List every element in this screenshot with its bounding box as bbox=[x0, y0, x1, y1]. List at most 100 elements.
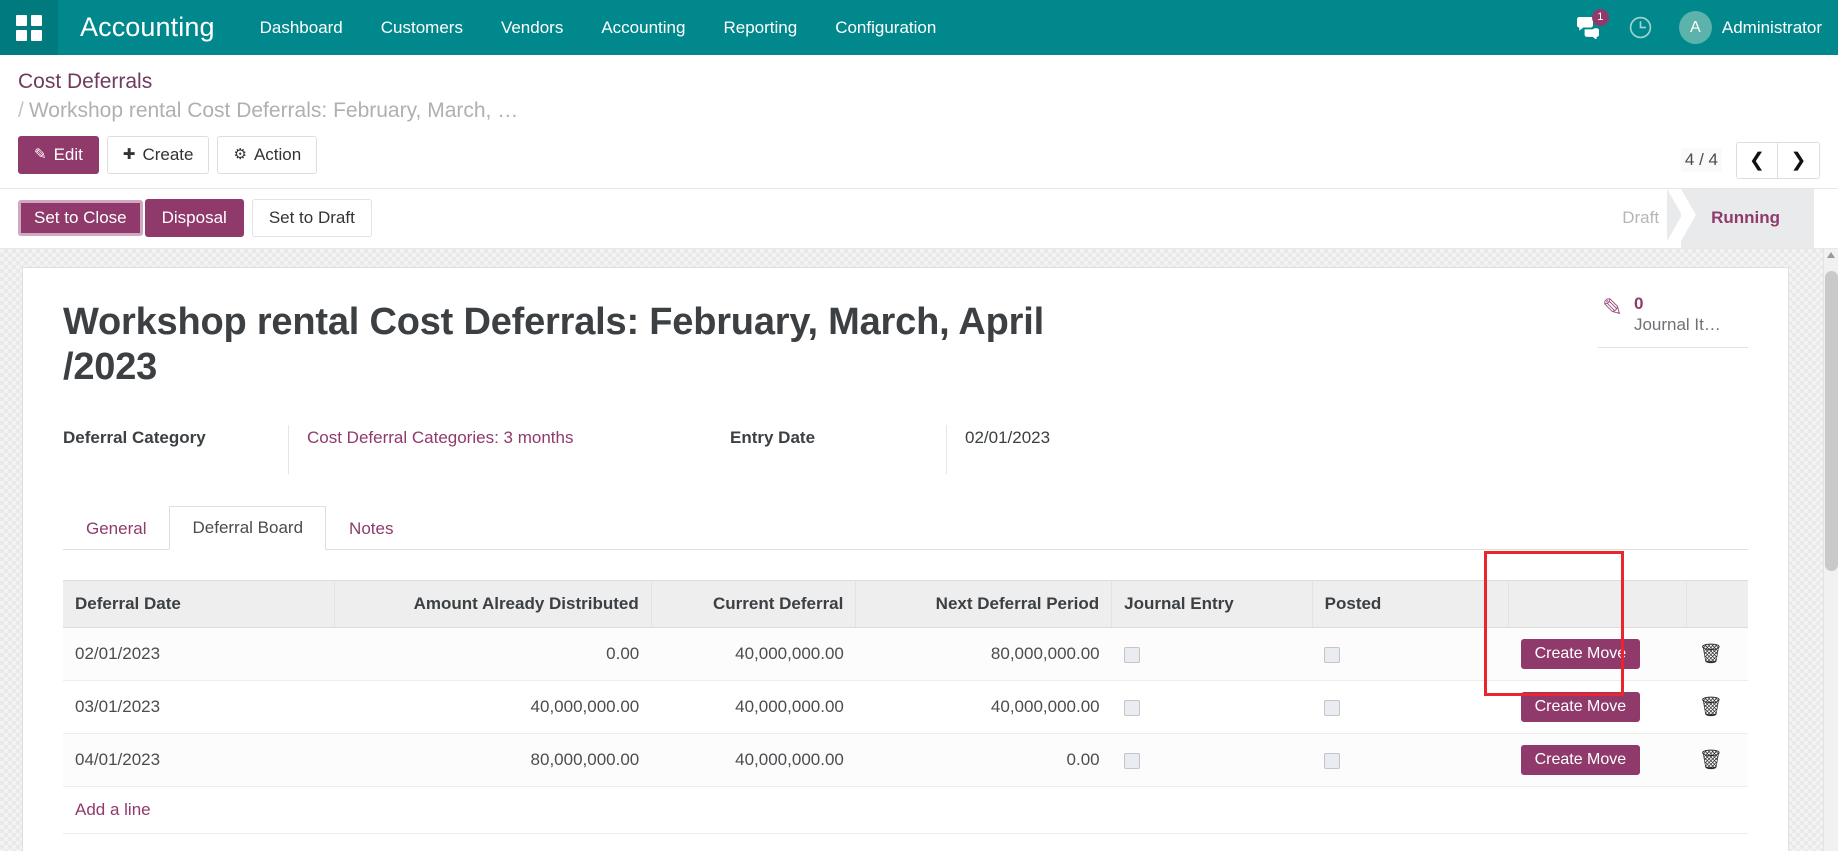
field-value-deferral-category[interactable]: Cost Deferral Categories: 3 months bbox=[288, 425, 718, 474]
cell-posted bbox=[1312, 628, 1508, 681]
journal-entry-checkbox[interactable] bbox=[1124, 753, 1140, 769]
cell-current-deferral: 40,000,000.00 bbox=[651, 681, 856, 734]
main-menu: Dashboard Customers Vendors Accounting R… bbox=[241, 0, 956, 55]
cell-posted bbox=[1312, 681, 1508, 734]
create-move-button[interactable]: Create Move bbox=[1521, 745, 1641, 775]
pager-value: 4 / 4 bbox=[1681, 148, 1722, 172]
posted-checkbox[interactable] bbox=[1324, 753, 1340, 769]
user-name: Administrator bbox=[1722, 18, 1822, 38]
cell-delete: 🗑 bbox=[1687, 681, 1748, 734]
field-deferral-category: Deferral Category Cost Deferral Categori… bbox=[63, 425, 718, 474]
cell-journal-entry bbox=[1112, 681, 1313, 734]
create-button[interactable]: ✚ Create bbox=[107, 136, 210, 174]
pager: 4 / 4 ❮ ❯ bbox=[1681, 142, 1820, 179]
cell-delete: 🗑 bbox=[1687, 628, 1748, 681]
menu-item-dashboard[interactable]: Dashboard bbox=[241, 0, 362, 55]
edit-button[interactable]: ✎ Edit bbox=[18, 136, 99, 174]
scroll-up-arrow-icon[interactable] bbox=[1827, 252, 1835, 258]
create-move-button[interactable]: Create Move bbox=[1521, 692, 1641, 722]
posted-checkbox[interactable] bbox=[1324, 647, 1340, 663]
menu-item-reporting[interactable]: Reporting bbox=[704, 0, 816, 55]
add-a-line-link[interactable]: Add a line bbox=[63, 787, 1748, 834]
messages-button[interactable]: 1 bbox=[1563, 0, 1615, 55]
pager-previous-button[interactable]: ❮ bbox=[1737, 143, 1778, 178]
stage-indicator: Draft Running bbox=[1592, 189, 1814, 248]
pager-next-button[interactable]: ❯ bbox=[1778, 143, 1819, 178]
page-title: Workshop rental Cost Deferrals: February… bbox=[63, 300, 1083, 390]
deferral-board-table: Deferral Date Amount Already Distributed… bbox=[63, 580, 1748, 787]
control-panel: Cost Deferrals /Workshop rental Cost Def… bbox=[0, 55, 1838, 189]
column-journal-entry: Journal Entry bbox=[1112, 581, 1313, 628]
clock-icon bbox=[1628, 15, 1653, 40]
cell-current-deferral: 40,000,000.00 bbox=[651, 734, 856, 787]
action-button[interactable]: ⚙ Action bbox=[217, 136, 317, 174]
menu-item-configuration[interactable]: Configuration bbox=[816, 0, 955, 55]
cell-amount-already-distributed: 80,000,000.00 bbox=[334, 734, 651, 787]
journal-items-count: 0 bbox=[1634, 294, 1721, 315]
trash-icon[interactable]: 🗑 bbox=[1699, 642, 1723, 666]
column-actions bbox=[1509, 581, 1687, 628]
page-scrollbar[interactable] bbox=[1823, 249, 1838, 851]
cell-action: Create Move bbox=[1509, 628, 1687, 681]
disposal-button[interactable]: Disposal bbox=[145, 199, 244, 237]
journal-entry-checkbox[interactable] bbox=[1124, 700, 1140, 716]
menu-item-accounting[interactable]: Accounting bbox=[582, 0, 704, 55]
posted-checkbox[interactable] bbox=[1324, 700, 1340, 716]
cell-deferral-date: 03/01/2023 bbox=[63, 681, 334, 734]
apps-menu-button[interactable] bbox=[0, 0, 58, 55]
breadcrumb-current: Workshop rental Cost Deferrals: February… bbox=[29, 99, 518, 122]
field-value-entry-date[interactable]: 02/01/2023 bbox=[946, 425, 1226, 474]
journal-items-stat-button[interactable]: ✎ 0 Journal It… bbox=[1598, 294, 1748, 348]
trash-icon[interactable]: 🗑 bbox=[1699, 748, 1723, 772]
breadcrumb-root[interactable]: Cost Deferrals bbox=[18, 69, 152, 95]
cell-deferral-date: 04/01/2023 bbox=[63, 734, 334, 787]
field-label-entry-date: Entry Date bbox=[730, 425, 946, 448]
stage-draft[interactable]: Draft bbox=[1592, 189, 1681, 248]
top-navbar: Accounting Dashboard Customers Vendors A… bbox=[0, 0, 1838, 55]
table-row[interactable]: 03/01/2023 40,000,000.00 40,000,000.00 4… bbox=[63, 681, 1748, 734]
trash-icon[interactable]: 🗑 bbox=[1699, 695, 1723, 719]
tab-general[interactable]: General bbox=[63, 507, 169, 550]
cell-current-deferral: 40,000,000.00 bbox=[651, 628, 856, 681]
menu-item-customers[interactable]: Customers bbox=[362, 0, 482, 55]
set-to-draft-button[interactable]: Set to Draft bbox=[252, 199, 372, 237]
scrollbar-thumb[interactable] bbox=[1825, 271, 1838, 571]
column-next-deferral-period: Next Deferral Period bbox=[856, 581, 1112, 628]
tab-notes[interactable]: Notes bbox=[326, 507, 416, 550]
cell-journal-entry bbox=[1112, 628, 1313, 681]
control-panel-buttons: ✎ Edit ✚ Create ⚙ Action 4 / 4 ❮ ❯ bbox=[18, 136, 1820, 188]
table-row[interactable]: 02/01/2023 0.00 40,000,000.00 80,000,000… bbox=[63, 628, 1748, 681]
table-header-row: Deferral Date Amount Already Distributed… bbox=[63, 581, 1748, 628]
field-group-row: Deferral Category Cost Deferral Categori… bbox=[63, 425, 1748, 474]
cell-next-deferral-period: 80,000,000.00 bbox=[856, 628, 1112, 681]
column-current-deferral: Current Deferral bbox=[651, 581, 856, 628]
avatar: A bbox=[1679, 11, 1712, 44]
cell-delete: 🗑 bbox=[1687, 734, 1748, 787]
activities-button[interactable] bbox=[1615, 0, 1667, 55]
breadcrumb-separator: / bbox=[18, 99, 24, 122]
pencil-icon: ✎ bbox=[1602, 296, 1623, 321]
cell-amount-already-distributed: 40,000,000.00 bbox=[334, 681, 651, 734]
journal-entry-checkbox[interactable] bbox=[1124, 647, 1140, 663]
breadcrumb: /Workshop rental Cost Deferrals: Februar… bbox=[18, 97, 1820, 125]
plus-icon: ✚ bbox=[123, 145, 136, 165]
tab-deferral-board[interactable]: Deferral Board bbox=[169, 506, 326, 550]
set-to-close-button[interactable]: Set to Close bbox=[18, 200, 143, 236]
apps-grid-icon bbox=[16, 15, 42, 41]
user-menu[interactable]: A Administrator bbox=[1667, 11, 1822, 44]
cell-action: Create Move bbox=[1509, 681, 1687, 734]
column-amount-already-distributed: Amount Already Distributed bbox=[334, 581, 651, 628]
edit-button-label: Edit bbox=[54, 144, 83, 166]
table-body: 02/01/2023 0.00 40,000,000.00 80,000,000… bbox=[63, 628, 1748, 787]
cell-next-deferral-period: 0.00 bbox=[856, 734, 1112, 787]
chevron-right-icon: ❯ bbox=[1791, 150, 1807, 171]
app-brand-accounting[interactable]: Accounting bbox=[58, 12, 241, 43]
menu-item-vendors[interactable]: Vendors bbox=[482, 0, 582, 55]
table-row[interactable]: 04/01/2023 80,000,000.00 40,000,000.00 0… bbox=[63, 734, 1748, 787]
stat-button-text: 0 Journal It… bbox=[1634, 294, 1721, 335]
notebook-tabs: General Deferral Board Notes bbox=[63, 506, 1748, 550]
stage-running[interactable]: Running bbox=[1681, 189, 1814, 248]
create-move-button[interactable]: Create Move bbox=[1521, 639, 1641, 669]
field-label-deferral-category: Deferral Category bbox=[63, 425, 288, 448]
cell-next-deferral-period: 40,000,000.00 bbox=[856, 681, 1112, 734]
